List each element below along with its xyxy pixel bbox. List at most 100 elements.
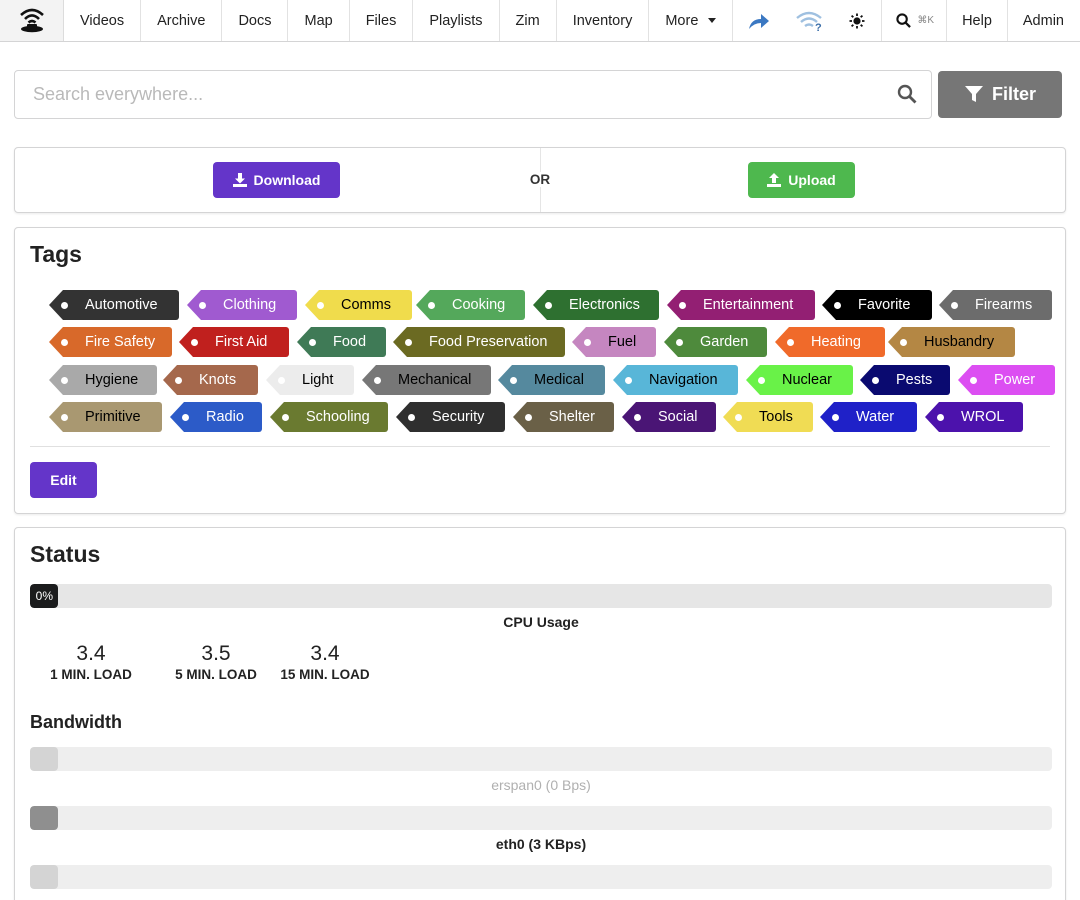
connectivity-status-button[interactable]: ? [781, 0, 839, 41]
tag-hole-icon [787, 339, 794, 346]
nav-item-docs[interactable]: Docs [222, 0, 289, 41]
caret-down-icon [708, 18, 717, 23]
interface-bandwidth-fill [30, 747, 58, 771]
tag-label: Water [856, 409, 895, 425]
tag-clothing[interactable]: Clothing [187, 290, 297, 320]
tag-primitive[interactable]: Primitive [49, 402, 162, 432]
tag-security[interactable]: Security [396, 402, 505, 432]
nav-item-inventory[interactable]: Inventory [557, 0, 650, 41]
tag-label: Fire Safety [85, 334, 156, 350]
tag-label: Electronics [569, 297, 640, 313]
upload-button[interactable]: Upload [748, 162, 855, 198]
nav-more-dropdown[interactable]: More [649, 0, 734, 41]
tag-label: First Aid [215, 334, 268, 350]
nav-item-label: Docs [238, 12, 272, 29]
tag-schooling[interactable]: Schooling [270, 402, 388, 432]
tags-divider [30, 446, 1050, 447]
nav-help[interactable]: Help [947, 0, 1008, 41]
nav-item-videos[interactable]: Videos [64, 0, 142, 41]
tag-pests[interactable]: Pests [860, 365, 950, 395]
tag-knots[interactable]: Knots [163, 365, 258, 395]
tag-label: Security [432, 409, 485, 425]
download-button[interactable]: Download [213, 162, 340, 198]
tag-heating[interactable]: Heating [775, 327, 885, 357]
tag-wrol[interactable]: WROL [925, 402, 1023, 432]
load-label: 15 MIN. LOAD [280, 667, 370, 682]
tag-nuclear[interactable]: Nuclear [746, 365, 853, 395]
tag-hole-icon [428, 302, 435, 309]
tag-hygiene[interactable]: Hygiene [49, 365, 157, 395]
tag-fuel[interactable]: Fuel [572, 327, 656, 357]
tag-hole-icon [510, 377, 517, 384]
interface-bandwidth-bar [30, 865, 1052, 889]
tag-hole-icon [317, 302, 324, 309]
sun-icon [849, 13, 865, 28]
tag-automotive[interactable]: Automotive [49, 290, 179, 320]
tag-comms[interactable]: Comms [305, 290, 412, 320]
tag-light[interactable]: Light [266, 365, 354, 395]
cpu-usage-label: CPU Usage [503, 614, 579, 630]
nav-item-label: Archive [157, 12, 206, 29]
wifi-hat-logo-icon [19, 8, 44, 32]
tag-hole-icon [525, 414, 532, 421]
filter-button[interactable]: Filter [938, 71, 1062, 118]
edit-tags-button[interactable]: Edit [30, 462, 97, 498]
nav-search-button[interactable]: ⌘K [881, 0, 948, 41]
search-input[interactable] [15, 71, 885, 118]
nav-admin[interactable]: Admin [1008, 0, 1080, 41]
tag-hole-icon [61, 414, 68, 421]
nav-item-playlists[interactable]: Playlists [413, 0, 500, 41]
tag-label: Food Preservation [429, 334, 548, 350]
tag-hole-icon [405, 339, 412, 346]
tag-hole-icon [735, 414, 742, 421]
tag-fire-safety[interactable]: Fire Safety [49, 327, 172, 357]
home-logo[interactable] [0, 0, 64, 41]
tag-food-preservation[interactable]: Food Preservation [393, 327, 565, 357]
tag-hole-icon [676, 339, 683, 346]
tag-label: Radio [206, 409, 244, 425]
tag-entertainment[interactable]: Entertainment [667, 290, 815, 320]
share-button[interactable] [737, 0, 781, 41]
nav-item-label: Playlists [429, 12, 483, 29]
nav-item-zim[interactable]: Zim [500, 0, 557, 41]
nav-item-map[interactable]: Map [288, 0, 350, 41]
tag-food[interactable]: Food [297, 327, 386, 357]
tag-tools[interactable]: Tools [723, 402, 813, 432]
tag-power[interactable]: Power [958, 365, 1055, 395]
cpu-usage-bar: 0% [30, 584, 1052, 608]
interface-bandwidth-bar [30, 806, 1052, 830]
nav-item-files[interactable]: Files [350, 0, 414, 41]
nav-item-label: Files [365, 12, 397, 29]
tag-label: Heating [811, 334, 861, 350]
tag-label: Navigation [649, 372, 718, 388]
edit-label: Edit [50, 472, 77, 488]
search-icon[interactable] [897, 84, 917, 104]
cpu-percent: 0% [35, 589, 53, 603]
tag-water[interactable]: Water [820, 402, 917, 432]
tag-hole-icon [408, 414, 415, 421]
tag-mechanical[interactable]: Mechanical [362, 365, 491, 395]
tag-medical[interactable]: Medical [498, 365, 605, 395]
tag-label: Garden [700, 334, 749, 350]
bandwidth-title: Bandwidth [30, 712, 122, 732]
tag-first-aid[interactable]: First Aid [179, 327, 289, 357]
tag-navigation[interactable]: Navigation [613, 365, 738, 395]
tag-favorite[interactable]: Favorite [822, 290, 932, 320]
tag-hole-icon [758, 377, 765, 384]
tag-hole-icon [634, 414, 641, 421]
tag-cooking[interactable]: Cooking [416, 290, 525, 320]
tag-husbandry[interactable]: Husbandry [888, 327, 1015, 357]
tag-electronics[interactable]: Electronics [533, 290, 659, 320]
transfer-segment: Download OR Upload [14, 147, 1066, 213]
theme-toggle-button[interactable] [839, 0, 875, 41]
tag-label: Shelter [549, 409, 595, 425]
tag-radio[interactable]: Radio [170, 402, 262, 432]
tag-social[interactable]: Social [622, 402, 716, 432]
tag-hole-icon [61, 339, 68, 346]
tag-garden[interactable]: Garden [664, 327, 767, 357]
tag-label: Clothing [223, 297, 277, 313]
nav-item-archive[interactable]: Archive [141, 0, 223, 41]
tag-firearms[interactable]: Firearms [939, 290, 1052, 320]
tag-hole-icon [374, 377, 381, 384]
tag-shelter[interactable]: Shelter [513, 402, 614, 432]
